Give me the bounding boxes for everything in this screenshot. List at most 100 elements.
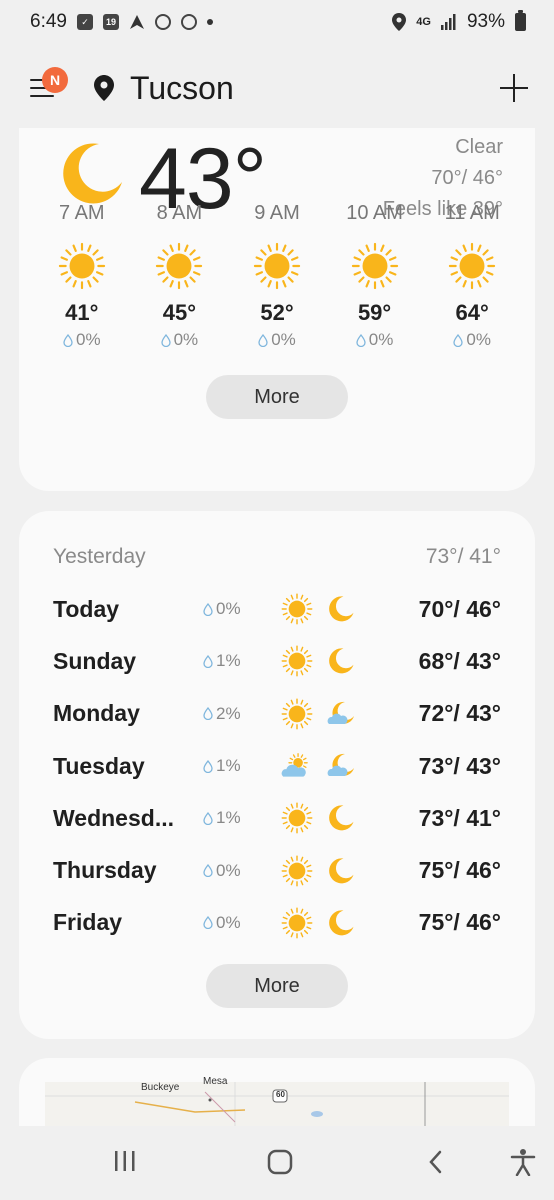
raindrop-icon [203,916,213,930]
raindrop-icon [203,654,213,668]
day-precipitation: 1% [203,651,275,671]
day-high-low: 75°/ 46° [418,857,501,884]
yesterday-temps: 73°/ 41° [425,545,501,568]
moon-icon [59,140,125,211]
yesterday-row: Yesterday 73°/ 41° [53,545,501,569]
status-bar: 6:49 ✓ 19 4G 93% [0,0,554,44]
precip-value: 0% [466,330,491,349]
navigation-arrow-icon [129,14,145,30]
raindrop-icon [203,707,213,721]
sun-icon [253,242,301,290]
precip-value: 0% [76,330,101,349]
precip-value: 0% [216,912,241,932]
day-row[interactable]: Wednesd... 1% 73°/ 41° [53,792,501,844]
home-icon[interactable] [266,1148,294,1181]
precip-value: 1% [216,651,241,671]
system-navigation-bar [0,1126,554,1200]
hour-temperature: 45° [162,300,197,325]
map-label-mesa: Mesa [203,1076,228,1087]
day-row[interactable]: Thursday 0% 75°/ 46° [53,844,501,896]
current-conditions-card: 43° Clear 70°/ 46° Feels like 39° 7 AM 41… [19,128,535,491]
hour-temperature: 52° [260,300,294,325]
hour-precipitation: 0% [356,330,394,350]
day-high-low: 73°/ 41° [418,804,501,831]
raindrop-icon [356,333,366,347]
condition-text: Clear [455,136,503,158]
accessibility-icon[interactable] [510,1148,536,1181]
raindrop-icon [258,333,268,347]
app-circle-icon [154,14,171,30]
moon-icon [319,908,363,938]
raindrop-icon [160,333,171,347]
moon-icon [319,803,363,833]
scroll-area[interactable]: 43° Clear 70°/ 46° Feels like 39° 7 AM 41… [0,128,554,1126]
moon-icon [319,856,363,886]
precip-value: 0% [368,330,394,349]
radar-map-card[interactable]: Buckeye Mesa 60 [19,1058,535,1126]
hour-precipitation: 0% [63,330,101,350]
precip-value: 2% [216,703,241,723]
day-high-low: 70°/ 46° [418,595,501,622]
moon-icon [319,646,363,676]
day-precipitation: 1% [203,756,275,776]
battery-icon [515,10,526,31]
hourly-item: 11 AM 64° 0% [423,202,521,350]
raindrop-icon [63,333,73,347]
hour-precipitation: 0% [258,330,296,350]
notification-badge: N [42,67,68,93]
hour-precipitation: 0% [453,330,491,350]
status-left: 6:49 ✓ 19 [30,11,213,33]
hour-temperature: 59° [357,300,392,325]
day-row[interactable]: Today 0% 70°/ 46° [53,583,501,635]
precip-value: 0% [216,599,241,619]
calendar-19-icon: 19 [102,14,119,30]
location-status-icon [392,13,407,31]
precip-value: 1% [216,808,241,828]
battery-percentage: 93% [466,11,505,32]
menu-icon-line [30,95,54,97]
sun-icon [275,645,319,677]
day-name: Friday [53,909,123,936]
signal-strength-icon [440,14,457,30]
day-row[interactable]: Friday 0% 75°/ 46° [53,897,501,949]
back-icon[interactable] [424,1148,448,1181]
menu-button[interactable]: N [30,67,68,103]
hour-temperature: 41° [65,300,99,325]
hour-temperature: 64° [455,300,489,325]
hourly-more-button[interactable]: More [206,375,348,419]
day-high-low: 73°/ 43° [418,752,501,779]
day-precipitation: 1% [203,808,275,828]
calendar-check-icon: ✓ [76,14,93,30]
map-label-buckeye: Buckeye [141,1082,180,1093]
radar-map[interactable]: Buckeye Mesa 60 [45,1076,509,1126]
daily-more-button[interactable]: More [206,964,348,1008]
recent-apps-icon[interactable] [112,1148,138,1179]
day-row[interactable]: Monday 2% 72°/ 43° [53,688,501,740]
day-name: Tuesday [53,752,145,779]
hour-time: 8 AM [156,202,203,224]
day-high-low: 72°/ 43° [418,700,501,727]
moon-cloud-icon [319,751,363,781]
city-title[interactable]: Tucson [130,70,234,107]
day-row[interactable]: Sunday 1% 68°/ 43° [53,635,501,687]
sun-icon [275,855,319,887]
sun-icon [275,802,319,834]
day-precipitation: 2% [203,704,275,724]
day-name: Wednesd... [53,804,174,831]
raindrop-icon [453,333,464,347]
day-name: Sunday [53,647,137,674]
day-high-low: 75°/ 46° [418,909,501,936]
raindrop-icon [203,602,213,616]
hourly-item: 7 AM 41° 0% [33,202,131,350]
day-row[interactable]: Tuesday 1% 73°/ 43° [53,740,501,792]
precip-value: 0% [173,330,199,349]
sun-icon [155,242,203,290]
status-time: 6:49 [30,11,67,32]
add-location-button[interactable] [498,72,530,104]
sun-icon [448,242,496,290]
day-name: Monday [53,700,140,727]
hourly-item: 9 AM 52° 0% [228,202,326,350]
hourly-forecast[interactable]: 7 AM 41° 0% 8 AM 45° 0% 9 AM 52° 0% 10 AM 59° 0% 11 … [33,202,521,350]
hour-time: 10 AM [346,202,403,224]
day-high-low: 68°/ 43° [418,647,501,674]
